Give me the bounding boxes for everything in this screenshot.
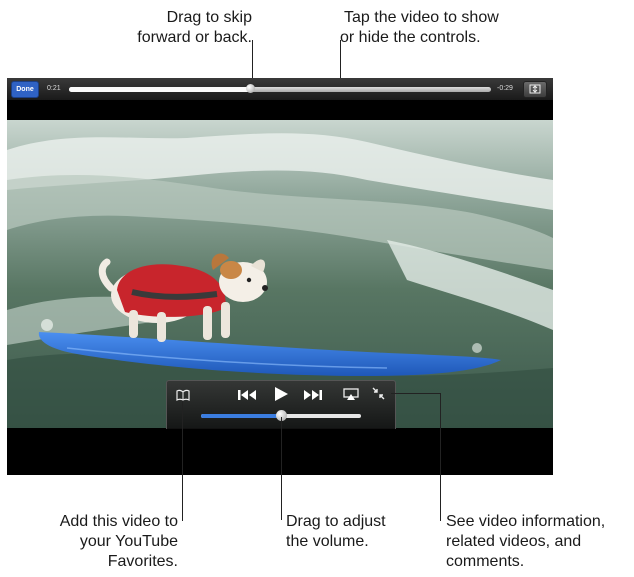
fit-screen-icon (529, 84, 541, 94)
previous-track-icon (238, 390, 256, 400)
scrubber-thumb[interactable] (246, 84, 256, 93)
airplay-button[interactable] (343, 388, 359, 406)
previous-button[interactable] (237, 388, 257, 406)
next-track-icon (304, 390, 322, 400)
volume-level (201, 414, 281, 418)
callout-add-favorites: Add this video to your YouTube Favorites… (59, 513, 178, 570)
shrink-info-icon (372, 387, 385, 400)
leader-line (440, 393, 441, 521)
bookmark-button[interactable] (176, 388, 190, 406)
bookmark-icon (176, 389, 190, 401)
next-button[interactable] (303, 388, 323, 406)
leader-line (391, 393, 440, 394)
video-player: Done 0:21 -0:29 (7, 78, 553, 475)
callout-tap-video: Tap the video to show or hide the contro… (340, 9, 499, 46)
info-shrink-button[interactable] (372, 387, 385, 405)
airplay-icon (343, 388, 359, 400)
leader-line (182, 401, 183, 521)
scrubber-progress (69, 87, 251, 92)
scrubber-bar[interactable] (69, 84, 491, 93)
leader-line (281, 417, 282, 520)
top-control-bar: Done 0:21 -0:29 (7, 78, 553, 101)
done-button[interactable]: Done (11, 81, 39, 98)
callout-see-info: See video information, related videos, a… (446, 513, 606, 570)
callout-drag-skip: Drag to skip forward or back. (137, 9, 252, 46)
remaining-time: -0:29 (497, 85, 513, 92)
callout-drag-volume: Drag to adjust the volume. (286, 513, 386, 550)
play-icon (275, 387, 288, 401)
play-button[interactable] (273, 386, 289, 407)
elapsed-time: 0:21 (47, 85, 61, 92)
fit-screen-button[interactable] (523, 81, 547, 98)
